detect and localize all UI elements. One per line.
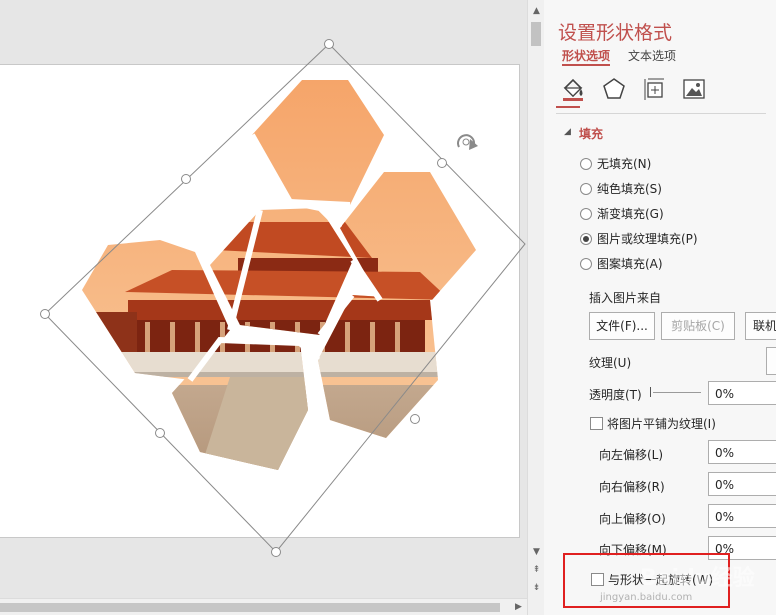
resize-handle-bottom-right[interactable] — [410, 414, 420, 424]
size-properties-icon[interactable] — [642, 76, 668, 102]
resize-handle-top-left[interactable] — [181, 174, 191, 184]
next-slide-icon[interactable]: ⇟ — [528, 580, 545, 596]
offset-right-label: 向右偏移(R) — [599, 480, 665, 494]
transparency-label: 透明度(T) — [589, 388, 642, 402]
fill-section-header[interactable]: 填充 — [579, 125, 603, 142]
radio-no-fill-label: 无填充(N) — [597, 157, 652, 171]
resize-handle-top-right[interactable] — [437, 158, 447, 168]
transparency-slider[interactable] — [653, 392, 701, 393]
resize-handle-top[interactable] — [324, 39, 334, 49]
scroll-up-arrow-icon[interactable]: ▲ — [528, 3, 545, 19]
offset-right-input[interactable]: 0% — [708, 472, 776, 496]
slide-canvas-area[interactable]: ▶ — [0, 0, 527, 615]
radio-gradient-fill-label: 渐变填充(G) — [597, 207, 664, 221]
radio-solid-fill-label: 纯色填充(S) — [597, 182, 662, 196]
shape-artwork — [40, 39, 526, 557]
radio-picture-fill[interactable] — [580, 233, 592, 245]
tab-shape-options[interactable]: 形状选项 — [562, 47, 610, 64]
fill-line-icon[interactable] — [560, 76, 586, 102]
horizontal-scrollbar[interactable]: ▶ — [0, 598, 527, 615]
clipboard-button[interactable]: 剪贴板(C) — [661, 312, 735, 340]
rotate-handle-icon[interactable] — [457, 134, 478, 150]
insert-picture-from-label: 插入图片来自 — [589, 291, 662, 305]
offset-top-label: 向上偏移(O) — [599, 512, 666, 526]
tile-picture-label: 将图片平铺为纹理(I) — [607, 417, 716, 431]
collapse-arrow-icon[interactable]: ◢ — [564, 127, 571, 137]
divider — [556, 113, 766, 114]
texture-picker-button[interactable] — [766, 347, 776, 375]
file-button[interactable]: 文件(F)... — [589, 312, 655, 340]
transparency-input[interactable]: 0% — [708, 381, 776, 405]
transparency-slider-thumb[interactable] — [650, 387, 651, 397]
resize-handle-left[interactable] — [40, 309, 50, 319]
effects-pentagon-icon[interactable] — [601, 76, 627, 102]
offset-top-input[interactable]: 0% — [708, 504, 776, 528]
radio-solid-fill[interactable] — [580, 183, 592, 195]
radio-no-fill[interactable] — [580, 158, 592, 170]
pane-title: 设置形状格式 — [558, 22, 673, 44]
resize-handle-bottom-left[interactable] — [155, 428, 165, 438]
radio-pattern-fill-label: 图案填充(A) — [597, 257, 663, 271]
radio-picture-fill-label: 图片或纹理填充(P) — [597, 232, 698, 246]
radio-pattern-fill[interactable] — [580, 258, 592, 270]
radio-gradient-fill[interactable] — [580, 208, 592, 220]
hexagon-group[interactable] — [60, 60, 500, 495]
scroll-down-arrow-icon[interactable]: ▼ — [528, 544, 545, 560]
tile-picture-checkbox[interactable] — [590, 417, 603, 430]
resize-handle-bottom[interactable] — [271, 547, 281, 557]
watermark-url: jingyan.baidu.com — [600, 592, 693, 603]
offset-left-input[interactable]: 0% — [708, 440, 776, 464]
selected-category-indicator — [556, 106, 580, 108]
online-button[interactable]: 联机 — [745, 312, 776, 340]
previous-slide-icon[interactable]: ⇞ — [528, 562, 545, 578]
offset-left-label: 向左偏移(L) — [599, 448, 664, 462]
picture-icon[interactable] — [681, 76, 707, 102]
format-shape-pane: 设置形状格式 形状选项 文本选项 ◢ 填充 无填充(N) 纯色填充(S) 渐变填… — [544, 0, 776, 615]
vertical-scrollbar[interactable]: ▲ ▼ ⇞ ⇟ — [527, 0, 545, 615]
watermark: Baidu经验 — [640, 566, 755, 591]
horizontal-scroll-thumb[interactable] — [0, 603, 500, 612]
scroll-right-arrow-icon[interactable]: ▶ — [510, 599, 527, 615]
texture-label: 纹理(U) — [589, 356, 632, 370]
active-tab-indicator — [562, 64, 610, 66]
tab-text-options[interactable]: 文本选项 — [628, 47, 676, 64]
vertical-scroll-thumb[interactable] — [531, 22, 541, 46]
